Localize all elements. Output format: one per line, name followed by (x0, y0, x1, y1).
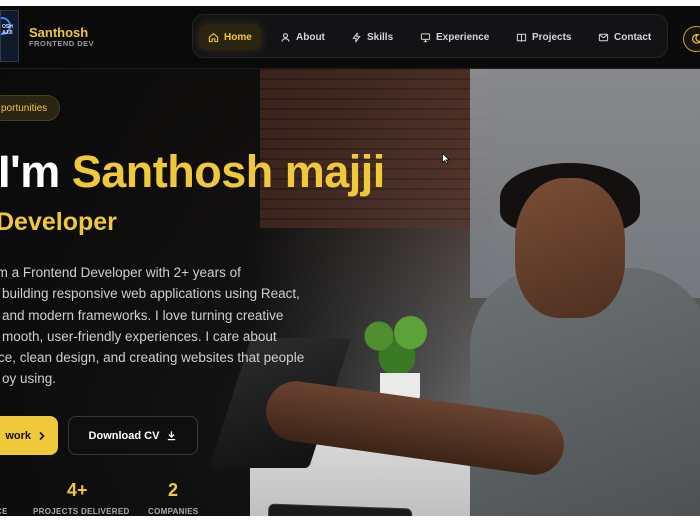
description-line: 'm a Frontend Developer with 2+ years of (0, 265, 241, 280)
logo-text: OSH AJJI (2, 24, 13, 36)
home-icon (208, 32, 219, 42)
chevron-right-icon (39, 431, 45, 440)
header: OSH AJJI Santhosh FRONTEND DEV Home About… (0, 6, 700, 69)
book-icon (516, 33, 527, 42)
download-cv-label: Download CV (88, 429, 160, 442)
nav-projects[interactable]: Projects (507, 24, 580, 50)
stat-experience-label: CE (0, 507, 8, 516)
hero-role: Developer (0, 208, 117, 236)
bolt-icon (352, 32, 361, 42)
brand-subtitle: FRONTEND DEV (29, 39, 95, 48)
main-nav: Home About Skills Experience Projects Co… (192, 14, 668, 58)
description-line: ce, clean design, and creating websites … (0, 350, 305, 366)
plant (352, 308, 442, 378)
nav-home[interactable]: Home (199, 24, 261, 50)
hero-name: Santhosh majji (71, 146, 386, 197)
nav-skills[interactable]: Skills (342, 24, 402, 50)
availability-badge: portunities (0, 95, 61, 121)
theme-toggle-button[interactable] (683, 26, 700, 52)
stat-companies-value: 2 (168, 480, 179, 500)
availability-badge-text: portunities (1, 102, 48, 114)
portfolio-page: OSH AJJI Santhosh FRONTEND DEV Home About… (0, 6, 700, 516)
hero-heading-prefix: I'm (0, 146, 72, 197)
moon-icon (692, 34, 700, 44)
stat-projects-value: 4+ (67, 480, 88, 500)
stat-projects-label: PROJECTS DELIVERED (33, 507, 130, 516)
nav-about[interactable]: About (271, 24, 334, 50)
description-line: mooth, user-friendly experiences. I care… (2, 328, 277, 344)
description-line: and modern frameworks. I love turning cr… (2, 307, 284, 323)
logo[interactable]: OSH AJJI (0, 10, 19, 62)
brand-name[interactable]: Santhosh (29, 25, 88, 40)
view-work-label: work (5, 429, 31, 442)
nav-contact[interactable]: Contact (589, 24, 660, 50)
description-line: building responsive web applications usi… (2, 286, 300, 302)
view-work-button[interactable]: work (0, 416, 58, 455)
nav-skills-label: Skills (367, 31, 394, 43)
monitor-icon (420, 32, 431, 42)
stat-companies-label: COMPANIES (148, 507, 199, 516)
nav-experience[interactable]: Experience (411, 24, 498, 50)
mail-icon (598, 33, 609, 41)
hero-heading: I'm Santhosh majji (0, 146, 385, 198)
download-icon (168, 431, 176, 441)
nav-contact-label: Contact (614, 31, 652, 43)
nav-home-label: Home (224, 31, 252, 43)
nav-about-label: About (296, 31, 325, 43)
hero-description: 'm a Frontend Developer with 2+ years of… (0, 262, 324, 390)
download-cv-button[interactable]: Download CV (68, 416, 198, 455)
nav-projects-label: Projects (532, 31, 572, 43)
description-line: oy using. (2, 371, 57, 387)
person-head (515, 178, 625, 318)
user-icon (281, 32, 290, 42)
nav-experience-label: Experience (436, 31, 490, 43)
